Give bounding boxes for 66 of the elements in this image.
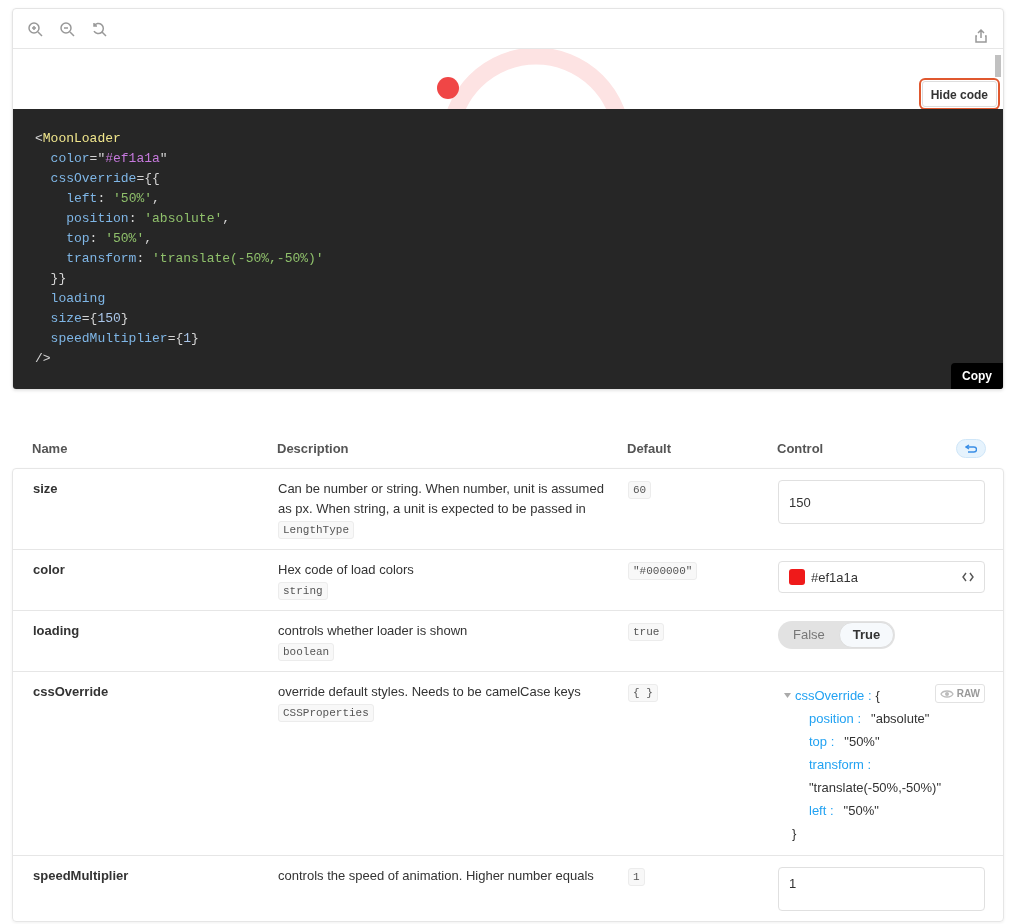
arg-description: controls whether loader is shown — [278, 622, 469, 640]
code-line: top: '50%', — [65, 230, 153, 248]
zoom-out-icon[interactable] — [59, 20, 75, 37]
arg-name: cssOverride — [33, 684, 109, 699]
share-icon[interactable] — [973, 28, 989, 44]
toggle-option[interactable]: True — [838, 622, 895, 648]
default-value: "#000000" — [628, 562, 698, 580]
code-line: }} — [49, 270, 67, 288]
brace: { — [875, 687, 880, 705]
arg-description: Hex code of load colors — [278, 561, 415, 579]
caret-icon[interactable] — [784, 693, 791, 698]
object-key: left : — [809, 799, 834, 822]
reset-button[interactable] — [956, 439, 986, 458]
code-line: position: 'absolute', — [65, 210, 231, 228]
undo-icon — [965, 444, 977, 453]
code-icon[interactable] — [962, 572, 974, 582]
hide-code-button[interactable]: Hide code — [921, 81, 997, 107]
object-key: top : — [809, 730, 835, 753]
code-line: /> — [35, 350, 51, 368]
column-header: Default — [627, 440, 672, 456]
type-tag: boolean — [278, 643, 335, 661]
code-line: <MoonLoader — [35, 130, 121, 148]
column-header: Description — [277, 440, 349, 456]
object-value: "absolute" — [871, 710, 930, 728]
boolean-toggle[interactable]: False True — [778, 621, 896, 649]
copy-button[interactable]: Copy — [951, 363, 1003, 389]
number-field[interactable]: 150 — [778, 480, 985, 524]
refresh-icon[interactable] — [91, 20, 107, 37]
code-line: cssOverride={{ — [49, 170, 160, 188]
arg-description: controls the speed of animation. Higher number equals — [278, 867, 595, 885]
object-key: transform : — [809, 753, 872, 776]
arg-name: speedMultiplier — [33, 868, 129, 883]
arg-name: color — [33, 562, 65, 577]
code-line: loading — [49, 290, 106, 308]
type-tag: string — [278, 582, 328, 600]
color-field[interactable]: #ef1a1a — [778, 561, 985, 593]
zoom-in-icon[interactable] — [27, 20, 43, 37]
default-value: true — [628, 623, 665, 641]
color-value: #ef1a1a — [811, 569, 858, 585]
code-line: left: '50%', — [65, 190, 160, 208]
arg-name: loading — [33, 623, 80, 638]
code-line: size={150} — [49, 310, 129, 328]
column-header: Name — [32, 440, 68, 456]
arg-description: override default styles. Needs to be camelCase keys — [278, 683, 582, 701]
default-value: { } — [628, 684, 658, 702]
object-value: "50%" — [844, 733, 880, 751]
object-value: "translate(-50%,-50%)" — [809, 779, 942, 797]
code-line: transform: 'translate(-50%,-50%)' — [65, 250, 324, 268]
eye-icon — [939, 688, 954, 699]
type-tag: LengthType — [278, 521, 354, 539]
object-value: "50%" — [843, 802, 879, 820]
object-key: cssOverride : — [795, 684, 872, 707]
scrollbar[interactable] — [995, 55, 1001, 77]
object-key: position : — [809, 707, 862, 730]
color-swatch — [789, 569, 805, 585]
column-header: Control — [777, 440, 824, 456]
default-value: 1 — [628, 868, 645, 886]
code-line: speedMultiplier={1} — [49, 330, 199, 348]
type-tag: CSSProperties — [278, 704, 374, 722]
default-value: 60 — [628, 481, 652, 499]
number-field[interactable]: 1 — [778, 867, 985, 911]
arg-description: Can be number or string. When number, unit is assumed as px. When string, a unit is expected to be passed in — [278, 480, 605, 518]
code-line: color="#ef1a1a" — [49, 150, 168, 168]
brace: } — [792, 825, 797, 843]
arg-name: size — [33, 481, 58, 496]
toggle-option[interactable]: False — [779, 622, 839, 648]
